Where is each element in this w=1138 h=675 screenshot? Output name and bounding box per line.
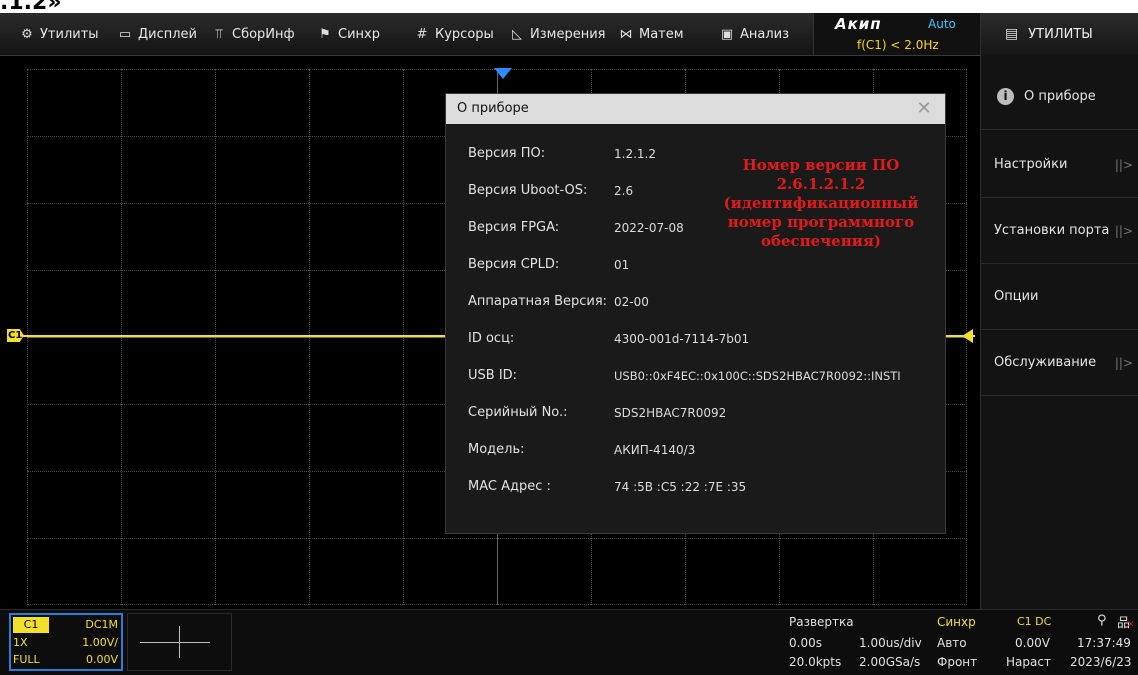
info-value: SDS2HBAC7R0092 (614, 406, 727, 420)
info-value: АКИП-4140/3 (614, 443, 696, 457)
submenu-arrow-icon: ||> (1114, 355, 1133, 370)
cursors-icon: # (416, 26, 428, 42)
menu-trigger[interactable]: ⚑ Синхр (318, 13, 380, 55)
trigger-level: 0.00V (1015, 636, 1050, 650)
panel-item-settings[interactable]: Настройки ||> (981, 132, 1138, 198)
panel-item-service[interactable]: Обслуживание ||> (981, 330, 1138, 396)
menu-utilities[interactable]: ⚙ Утилиты (20, 13, 98, 55)
info-label: Модель: (468, 442, 525, 457)
info-value: USB0::0xF4EC::0x100C::SDS2HBAC7R0092::IN… (614, 369, 901, 383)
menu-cursors[interactable]: # Курсоры (415, 13, 494, 55)
brand-logo: Акип (835, 15, 882, 33)
trigger-mode: Auto (928, 17, 956, 31)
document-icon: ▤ (1005, 26, 1019, 42)
trigger-type: Фронт (937, 655, 978, 669)
panel-item-about[interactable]: i О приборе (981, 64, 1138, 130)
gear-icon: ⚙ (21, 26, 33, 42)
header-fragment: .1.2» (0, 0, 62, 15)
close-icon[interactable]: ✕ (911, 98, 937, 120)
info-icon: i (997, 88, 1014, 105)
info-value: 1.2.1.2 (614, 147, 656, 161)
timebase-scale: 1.00us/div (859, 636, 922, 650)
info-label: Аппаратная Версия: (468, 294, 608, 309)
timebase-points: 20.0kpts (789, 655, 842, 669)
info-value: 74 :5B :C5 :22 :7E :35 (614, 480, 747, 494)
info-label: MAC Адрес : (468, 479, 551, 494)
menu-math[interactable]: ⋈ Матем (619, 13, 684, 55)
measure-icon: ◺ (512, 26, 522, 42)
acquire-icon: ⫪ (215, 26, 223, 42)
submenu-arrow-icon: ||> (1114, 223, 1133, 238)
channel1-scale: 1.00V/ (82, 636, 118, 649)
trigger-title[interactable]: Синхр (937, 615, 976, 629)
channel1-label: C1 (13, 617, 49, 633)
info-value: 2022-07-08 (614, 221, 684, 235)
panel-title: ▤ УТИЛИТЫ (981, 13, 1138, 55)
menu-analysis[interactable]: ▣ Анализ (720, 13, 789, 55)
menu-acquire[interactable]: ⫪ СборИнф (212, 13, 294, 55)
timebase-rate: 2.00GSa/s (859, 655, 921, 669)
display-icon: ▭ (118, 26, 132, 42)
info-label: ID осц: (468, 331, 515, 346)
info-label: Версия ПО: (468, 146, 546, 161)
submenu-arrow-icon: ||> (1114, 157, 1133, 172)
analysis-icon: ▣ (720, 26, 734, 42)
trigger-condition: f(C1) < 2.0Hz (857, 38, 939, 52)
trigger-slope: Нараст (1006, 655, 1051, 669)
channel1-probe: 1X (13, 636, 28, 649)
oscilloscope-screen: ⚙ Утилиты ▭ Дисплей ⫪ СборИнф ⚑ Синхр # Курсо… (0, 13, 1138, 675)
info-value: 2.6 (614, 184, 634, 198)
channel1-bandwidth: FULL (13, 653, 40, 666)
grid-line (27, 604, 967, 605)
trigger-position-icon[interactable] (494, 68, 512, 79)
channel1-marker[interactable]: C1 (7, 329, 24, 342)
timebase-title[interactable]: Развертка (789, 615, 854, 629)
menu-measure[interactable]: ◺ Измерения (510, 13, 605, 55)
grid-line (27, 538, 967, 539)
channel1-info-box[interactable]: C1 DC1M 1X 1.00V/ FULL 0.00V (9, 613, 123, 671)
info-value: 4300-001d-7114-7b01 (614, 332, 750, 346)
trigger-sweep-mode: Авто (937, 636, 967, 650)
info-value: 02-00 (614, 295, 649, 309)
panel-item-port-settings[interactable]: Установки порта ||> (981, 198, 1138, 264)
info-label: Серийный No.: (468, 405, 568, 420)
clock-date: 2023/6/23 (1070, 655, 1132, 669)
usb-icon: ⚲ (1097, 613, 1107, 628)
version-annotation: Номер версии ПО 2.6.1.2.1.2 (идентификац… (723, 156, 919, 250)
mini-view (127, 613, 232, 671)
bottom-status-bar: C1 DC1M 1X 1.00V/ FULL 0.00V Развертка 0… (0, 609, 1138, 675)
status-corner: ⚲ 品 ✕ 17:37:49 2023/6/23 (1060, 610, 1138, 675)
about-dialog: О приборе ✕ Версия ПО: 1.2.1.2 Версия Ub… (445, 93, 946, 534)
channel1-coupling: DC1M (85, 618, 118, 631)
flag-icon: ⚑ (319, 26, 331, 42)
dialog-title: О приборе (446, 94, 945, 124)
info-label: USB ID: (468, 368, 518, 383)
utilities-panel: ▤ УТИЛИТЫ i О приборе Настройки ||> Уста… (980, 13, 1138, 609)
info-label: Версия FPGA: (468, 220, 560, 235)
info-value: 01 (614, 258, 630, 272)
trigger-level-icon[interactable] (962, 329, 973, 343)
clock-time: 17:37:49 (1077, 636, 1131, 650)
math-icon: ⋈ (619, 26, 633, 42)
timebase-delay: 0.00s (789, 636, 822, 650)
trigger-source: C1 DC (1017, 615, 1052, 628)
panel-item-options[interactable]: Опции (981, 264, 1138, 330)
info-label: Версия CPLD: (468, 257, 560, 272)
channel1-offset: 0.00V (85, 653, 118, 666)
network-error-icon: ✕ (1127, 620, 1135, 630)
menu-display[interactable]: ▭ Дисплей (118, 13, 197, 55)
info-label: Версия Uboot-OS: (468, 183, 588, 198)
